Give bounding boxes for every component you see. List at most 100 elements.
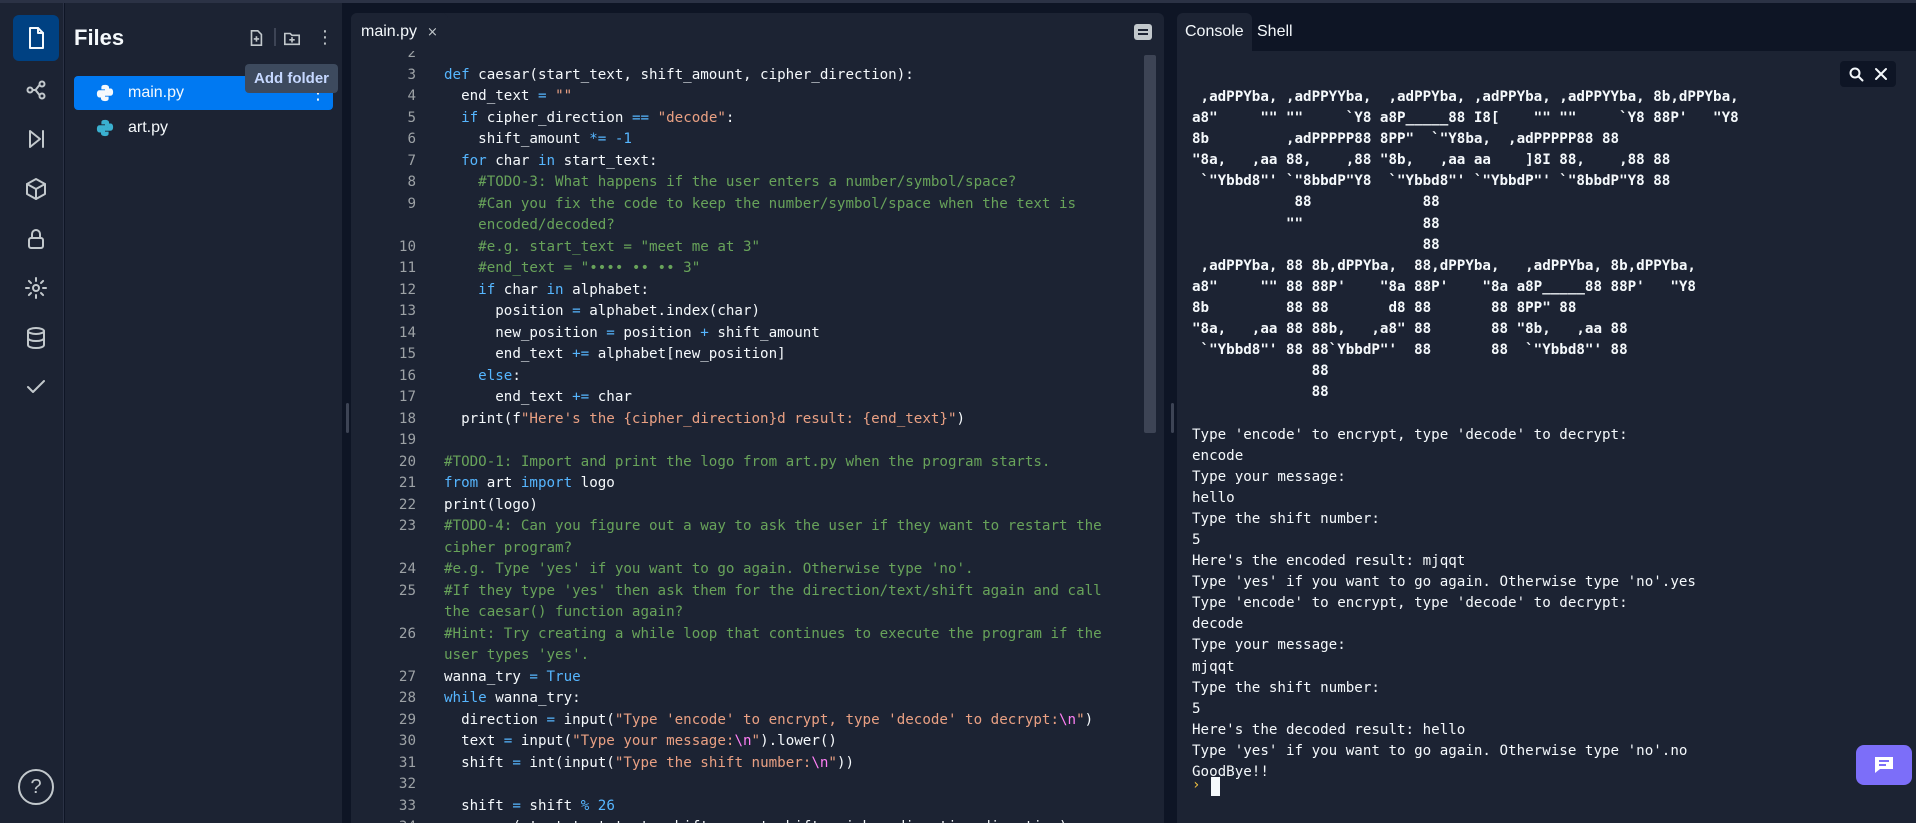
console-panel: Console Shell ,adPPYba, ,adPPYYba, ,adPP…: [1177, 13, 1916, 823]
search-icon[interactable]: [1848, 66, 1864, 82]
prompt-icon: ›: [1192, 777, 1201, 793]
code-text: #end_text = "•••• •• •• 3": [444, 260, 701, 276]
add-file-icon[interactable]: [247, 29, 267, 49]
code-text: #TODO-3: What happens if the user enters…: [444, 174, 1017, 190]
code-text: else:: [478, 367, 521, 384]
code-text: print(logo): [444, 496, 538, 513]
line-number: 23: [398, 518, 416, 534]
file-name: art.py: [128, 119, 169, 136]
python-icon: [96, 84, 114, 102]
files-menu-icon[interactable]: ⋮: [315, 29, 335, 49]
line-number: 19: [398, 432, 416, 448]
code-text: cipher program?: [444, 539, 573, 556]
files-icon[interactable]: [13, 15, 59, 61]
line-number: 20: [398, 453, 416, 470]
line-number: 12: [398, 281, 416, 298]
add-folder-icon[interactable]: [283, 29, 303, 49]
code-text: for char in start_text:: [461, 152, 658, 169]
code-text: #Can you fix the code to keep the number…: [444, 195, 1077, 212]
code-text: while wanna_try:: [444, 690, 581, 706]
close-icon[interactable]: ×: [427, 25, 438, 40]
console-output: ,adPPYba, ,adPPYYba, ,adPPYba, ,adPPYba,…: [1192, 87, 1739, 783]
code-text: #TODO-4: Can you figure out a way to ask…: [444, 518, 1102, 534]
tab-shell[interactable]: Shell: [1249, 13, 1301, 51]
line-number: 25: [398, 582, 416, 599]
file-item-art-py[interactable]: art.py: [74, 111, 333, 145]
chat-icon: [1875, 757, 1893, 773]
line-number: 21: [398, 475, 416, 491]
help-icon[interactable]: ?: [18, 769, 54, 805]
editor-scrollbar[interactable]: [1144, 55, 1156, 433]
code-text: if cipher_direction == "decode":: [461, 109, 735, 126]
line-number: 3: [407, 66, 416, 83]
code-text: from art import logo: [444, 475, 615, 491]
line-number: 31: [398, 754, 416, 771]
code-text: direction = input("Type 'encode' to encr…: [444, 711, 1094, 728]
line-number: 5: [407, 109, 416, 126]
panel-resize-handle[interactable]: [346, 403, 349, 433]
console-tabs: Console Shell: [1177, 13, 1916, 51]
activity-rail: ?: [0, 3, 64, 823]
tab-label: main.py: [361, 23, 418, 40]
panel-resize-handle[interactable]: [1171, 403, 1174, 433]
line-number: 13: [398, 303, 416, 319]
line-number: 18: [398, 410, 416, 427]
line-number: 2: [407, 51, 416, 61]
code-text: encoded/decoded?: [444, 217, 615, 233]
text-cursor[interactable]: [1211, 777, 1220, 796]
code-editor: main.py × 2 3 def caesar(start_text, shift…: [351, 13, 1164, 823]
code-text: end_text += alphabet[new_position]: [444, 346, 786, 362]
files-panel: Files ⋮ main.py ⋮ art.py Add folder: [65, 3, 342, 823]
tab-main-py[interactable]: main.py ×: [351, 13, 448, 51]
add-folder-tooltip: Add folder: [245, 64, 338, 93]
code-text: #e.g. start_text = "meet me at 3": [444, 238, 761, 255]
files-title: Files: [74, 25, 125, 50]
code-text: caesar(start_text=text, shift_amount=shi…: [444, 817, 1068, 823]
replit-workspace: ? Files ⋮ main.py ⋮ art.py Add folder ma…: [0, 0, 1916, 823]
database-icon[interactable]: [13, 315, 59, 361]
code-text: def caesar(start_text, shift_amount, cip…: [444, 66, 914, 83]
line-number: 26: [398, 625, 416, 642]
gear-icon[interactable]: [13, 265, 59, 311]
line-number: 14: [398, 324, 416, 341]
console-output-area[interactable]: ,adPPYba, ,adPPYYba, ,adPPYba, ,adPPYba,…: [1177, 51, 1916, 823]
line-number: 24: [398, 561, 416, 577]
line-number: 6: [407, 131, 416, 147]
code-text: #Hint: Try creating a while loop that co…: [444, 625, 1102, 642]
line-number: 17: [398, 389, 416, 405]
git-icon[interactable]: [13, 67, 59, 113]
code-text: new_position = position + shift_amount: [444, 324, 820, 341]
line-number: 8: [407, 174, 416, 190]
chat-button[interactable]: [1856, 745, 1912, 785]
editor-menu-icon[interactable]: [1134, 24, 1152, 40]
code-text: shift = int(input("Type the shift number…: [444, 754, 855, 771]
file-name: main.py: [128, 84, 185, 101]
code-text: end_text = "": [444, 88, 573, 104]
console-tools: [1840, 61, 1896, 87]
line-number: 10: [398, 238, 416, 255]
tab-console[interactable]: Console: [1177, 13, 1252, 51]
code-text: wanna_try = True: [444, 668, 581, 685]
close-icon[interactable]: [1873, 66, 1889, 82]
line-number: 4: [407, 88, 416, 104]
code-text: shift_amount *= -1: [444, 131, 632, 147]
ascii-logo: ,adPPYba, ,adPPYYba, ,adPPYba, ,adPPYba,…: [1192, 89, 1739, 401]
check-icon[interactable]: [13, 364, 59, 410]
run-icon[interactable]: [13, 116, 59, 162]
line-number: 9: [407, 195, 416, 212]
code-text: shift = shift % 26: [444, 797, 615, 814]
code-area[interactable]: 2 3 def caesar(start_text, shift_amount, c…: [351, 51, 1164, 823]
line-number: 27: [398, 668, 416, 685]
divider: [274, 28, 276, 46]
line-number: 28: [398, 690, 416, 706]
code-text: the caesar() function again?: [444, 604, 684, 620]
code-text: user types 'yes'.: [444, 647, 590, 663]
code-text: end_text += char: [444, 389, 632, 405]
packages-icon[interactable]: [13, 166, 59, 212]
code-text: #e.g. Type 'yes' if you want to go again…: [444, 561, 974, 577]
line-number: 34: [351, 817, 416, 823]
code-text: if char in alphabet:: [478, 281, 650, 298]
code-text: text = input("Type your message:\n").low…: [444, 733, 837, 749]
lock-icon[interactable]: [13, 216, 59, 262]
code-text: #TODO-1: Import and print the logo from …: [444, 453, 1051, 470]
